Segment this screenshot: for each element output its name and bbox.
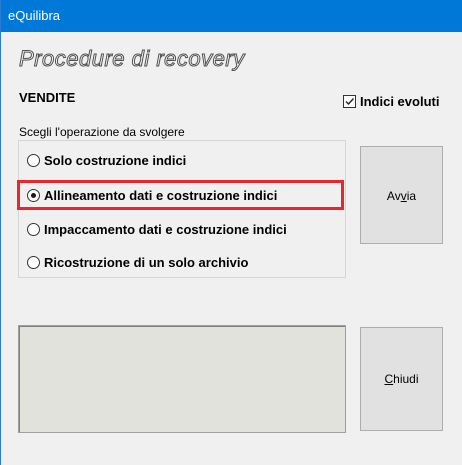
window-title: eQuilibra [8, 8, 61, 23]
close-button-label: Chiudi [384, 372, 419, 386]
run-button-label: Avvia [386, 189, 417, 203]
page-title: Procedure di recovery [19, 46, 245, 72]
radio-label: Ricostruzione di un solo archivio [44, 255, 249, 270]
group-label: Scegli l'operazione da svolgere [19, 125, 185, 139]
checkmark-icon [345, 98, 355, 106]
close-button[interactable]: Chiudi [360, 327, 443, 431]
checkbox-box[interactable] [343, 95, 356, 108]
radio-circle[interactable] [27, 154, 40, 167]
checkbox-label: Indici evoluti [360, 94, 440, 109]
section-label: VENDITE [19, 90, 76, 105]
app-window: eQuilibra Procedure di recovery VENDITE … [0, 0, 462, 465]
radio-label: Impaccamento dati e costruzione indici [44, 222, 287, 237]
status-panel [18, 325, 346, 433]
radio-circle[interactable] [27, 223, 40, 236]
title-bar[interactable]: eQuilibra [1, 0, 462, 32]
selection-highlight [17, 180, 344, 210]
radio-circle[interactable] [27, 256, 40, 269]
run-button[interactable]: Avvia [360, 146, 443, 244]
radio-label: Solo costruzione indici [44, 153, 187, 168]
